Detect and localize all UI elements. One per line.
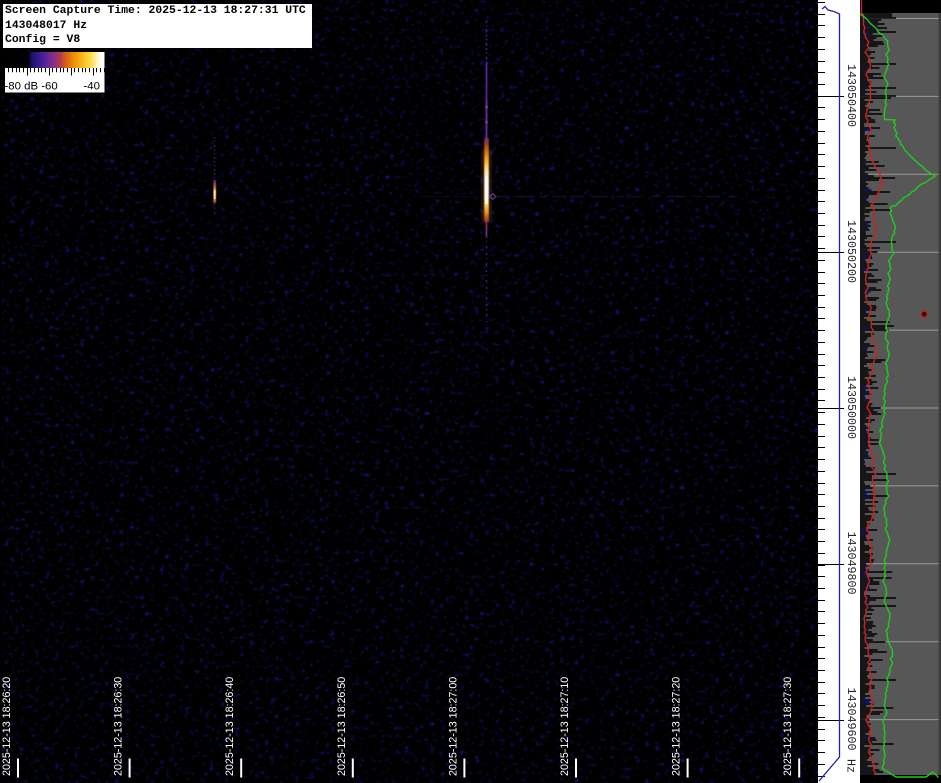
svg-text:-80 dB -60: -80 dB -60 xyxy=(5,81,58,93)
svg-text:-40: -40 xyxy=(84,81,100,93)
